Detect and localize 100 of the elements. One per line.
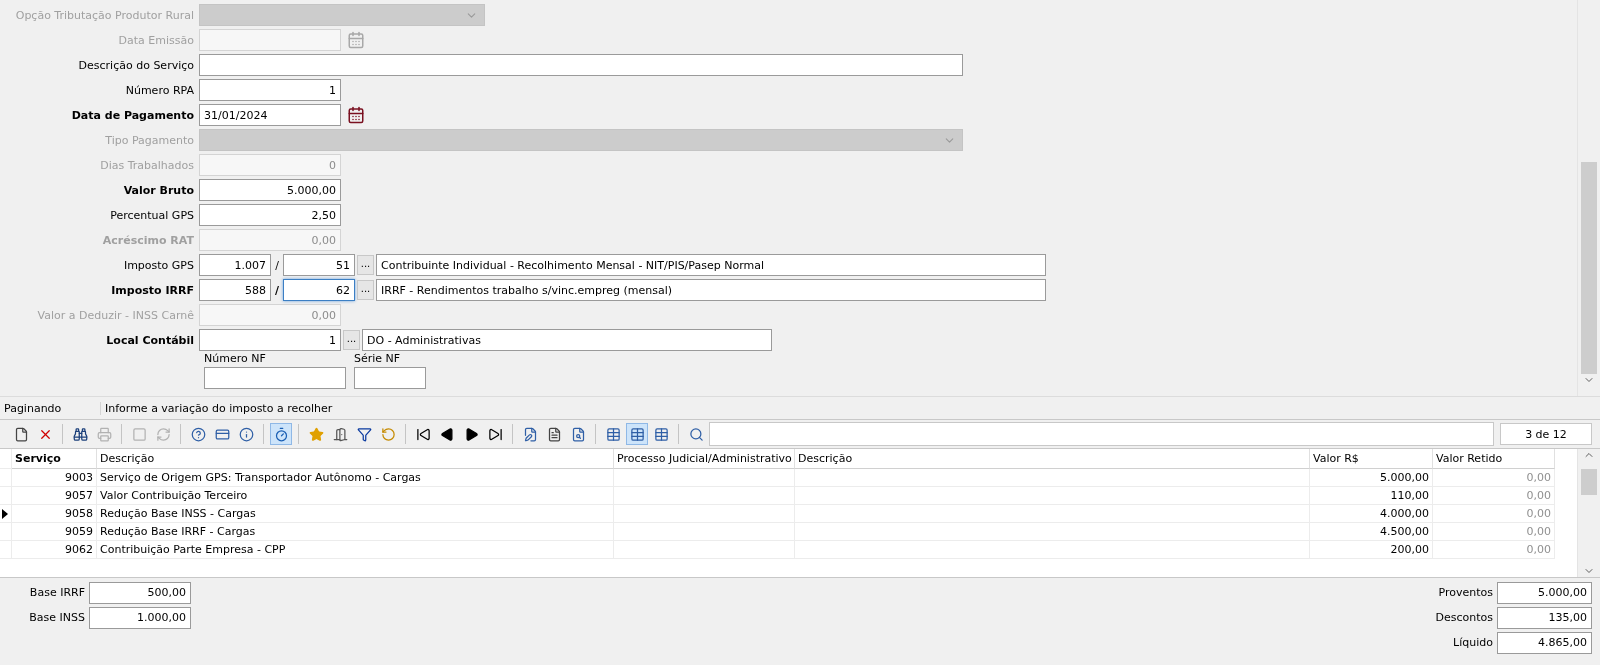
field-label: Tipo Pagamento — [104, 133, 195, 147]
date-field[interactable]: 31/01/2024 — [199, 104, 341, 126]
current-row-marker-icon — [2, 508, 8, 519]
table-cell: 0,00 — [1433, 541, 1555, 559]
edit-document-icon — [522, 426, 538, 442]
column-header[interactable]: Valor R$ — [1310, 449, 1433, 469]
total-label: Proventos — [1437, 586, 1493, 599]
lookup-button[interactable]: ... — [357, 255, 374, 275]
number-field[interactable]: 2,50 — [199, 204, 341, 226]
field-label: Acréscimo RAT — [101, 233, 195, 247]
total-field[interactable]: 4.865,00 — [1497, 631, 1592, 654]
input-field[interactable] — [204, 367, 346, 389]
column-header[interactable]: Descrição — [97, 449, 614, 469]
number-field[interactable]: 1 — [199, 79, 341, 101]
column-header[interactable]: Valor Retido — [1433, 449, 1555, 469]
description-field[interactable]: Contribuinte Individual - Recolhimento Mensal - NIT/PIS/Pasep Normal — [376, 254, 1046, 276]
code-field[interactable]: 1 — [199, 329, 341, 351]
field-label: Número RPA — [124, 83, 195, 97]
table-cell: 5.000,00 — [1310, 469, 1433, 487]
code-field[interactable]: 1.007 — [199, 254, 271, 276]
column-header[interactable]: Serviço — [12, 449, 97, 469]
table-cell: 9058 — [12, 505, 97, 523]
calendar-icon[interactable] — [347, 106, 365, 124]
table-cell: 0,00 — [1433, 523, 1555, 541]
new-document-icon — [13, 426, 29, 442]
row-indicator[interactable] — [0, 505, 12, 523]
column-header[interactable]: Processo Judicial/Administrativo — [614, 449, 795, 469]
table-cell: Contribuição Parte Empresa - CPP — [97, 541, 614, 559]
code-field[interactable]: 62 — [283, 279, 355, 301]
table-cell: 110,00 — [1310, 487, 1433, 505]
field-label: Data Emissão — [117, 33, 195, 47]
code-field[interactable]: 588 — [199, 279, 271, 301]
field-label: Opção Tributação Produtor Rural — [14, 8, 195, 22]
table-cell: Serviço de Origem GPS: Transportador Autônomo - Cargas — [97, 469, 614, 487]
total-label: Base INSS — [28, 611, 85, 624]
binoculars-icon — [72, 426, 88, 442]
input-field[interactable] — [354, 367, 426, 389]
stopwatch-icon — [273, 426, 289, 442]
total-field[interactable]: 135,00 — [1497, 606, 1592, 629]
number-field[interactable]: 5.000,00 — [199, 179, 341, 201]
total-label: Base IRRF — [28, 586, 85, 599]
square-icon — [131, 426, 147, 442]
grid-icon — [605, 426, 621, 442]
scroll-thumb[interactable] — [1581, 469, 1597, 495]
field-label: Número NF — [204, 352, 267, 365]
table-cell: 0,00 — [1433, 469, 1555, 487]
description-field[interactable]: DO - Administrativas — [362, 329, 772, 351]
field-label: Imposto IRRF — [110, 283, 195, 297]
separator-text: / — [274, 258, 280, 272]
field-label: Valor Bruto — [122, 183, 195, 197]
text-field[interactable] — [199, 54, 963, 76]
table-cell: Redução Base INSS - Cargas — [97, 505, 614, 523]
field-label: Descrição do Serviço — [77, 58, 195, 72]
status-message: Informe a variação do imposto a recolher — [104, 401, 334, 415]
table-cell: 200,00 — [1310, 541, 1433, 559]
report-icon — [546, 426, 562, 442]
last-record-icon — [487, 426, 503, 442]
card-icon — [214, 426, 230, 442]
total-field[interactable]: 1.000,00 — [89, 606, 191, 629]
lookup-button[interactable]: ... — [343, 330, 360, 350]
table-cell: 0,00 — [1433, 505, 1555, 523]
status-mode: Paginando — [0, 401, 101, 415]
table-cell: 9062 — [12, 541, 97, 559]
table-cell: Redução Base IRRF - Cargas — [97, 523, 614, 541]
table-cell: 9003 — [12, 469, 97, 487]
printer-icon — [96, 426, 112, 442]
description-field[interactable]: IRRF - Rendimentos trabalho s/vinc.empreg (mensal) — [376, 279, 1046, 301]
total-field[interactable]: 5.000,00 — [1497, 581, 1592, 604]
code-field[interactable]: 51 — [283, 254, 355, 276]
star-icon — [308, 426, 324, 442]
door-icon — [332, 426, 348, 442]
document-search-icon — [570, 426, 586, 442]
total-label: Descontos — [1434, 611, 1493, 624]
separator-text: / — [274, 283, 280, 297]
filter-icon — [356, 426, 372, 442]
grid-icon — [653, 426, 669, 442]
refresh-icon — [155, 426, 171, 442]
record-counter: 3 de 12 — [1500, 423, 1592, 445]
lookup-button[interactable]: ... — [357, 280, 374, 300]
next-record-icon — [463, 426, 479, 442]
table-cell: 0,00 — [1433, 487, 1555, 505]
scrollbar[interactable] — [1577, 449, 1600, 577]
scrollbar[interactable] — [1577, 0, 1600, 396]
scroll-thumb[interactable] — [1581, 162, 1597, 374]
field-label: Local Contábil — [105, 333, 195, 347]
column-header[interactable]: Descrição — [795, 449, 1310, 469]
search-icon — [688, 426, 704, 442]
field-label: Valor a Deduzir - INSS Carnê — [36, 308, 195, 322]
previous-record-icon — [439, 426, 455, 442]
table-cell: 9059 — [12, 523, 97, 541]
grid-icon — [629, 426, 645, 442]
total-field[interactable]: 500,00 — [89, 581, 191, 604]
info-icon — [238, 426, 254, 442]
table-cell: 9057 — [12, 487, 97, 505]
field-label: Imposto GPS — [122, 258, 195, 272]
field-label: Série NF — [354, 352, 402, 365]
field-label: Dias Trabalhados — [99, 158, 195, 172]
first-record-icon — [415, 426, 431, 442]
help-icon — [190, 426, 206, 442]
table-cell: 4.500,00 — [1310, 523, 1433, 541]
